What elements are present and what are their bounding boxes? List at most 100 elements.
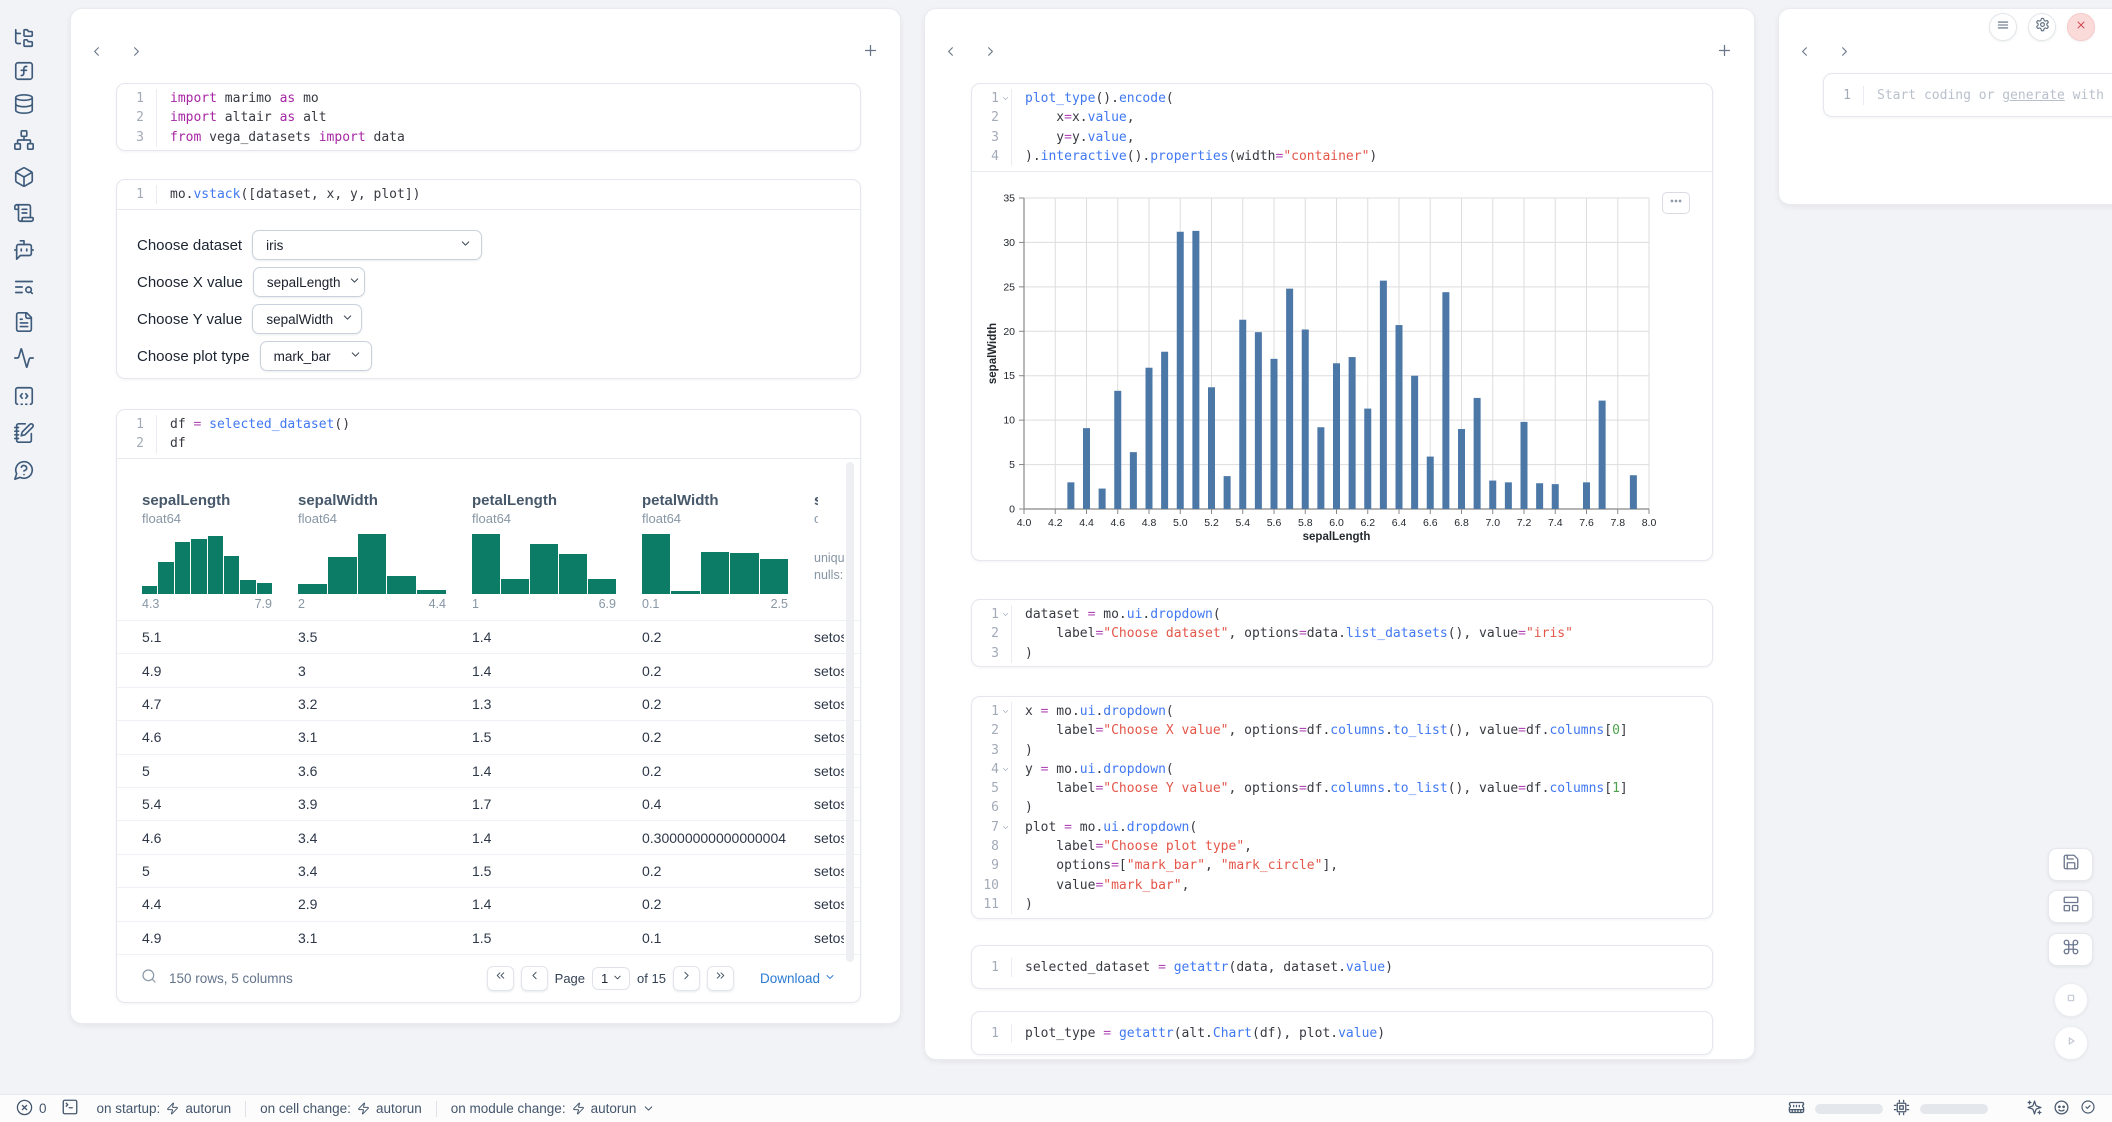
y-value-select[interactable]: sepalWidth xyxy=(252,304,362,334)
table-row[interactable]: 5.43.91.70.4setosa xyxy=(117,787,860,820)
table-row[interactable]: 4.931.40.2setosa xyxy=(117,653,860,686)
prev-page-button[interactable] xyxy=(521,966,548,991)
sidebar-item-ai-chat[interactable] xyxy=(11,237,37,263)
dataset-select[interactable]: iris xyxy=(252,230,482,260)
column-header-petalLength[interactable]: petalLengthfloat6416.9 xyxy=(472,492,642,611)
sidebar-item-file-tree[interactable] xyxy=(11,25,37,51)
code-editor[interactable]: 1 Start coding or generate with AI xyxy=(1824,74,2112,117)
table-cell: 1.4 xyxy=(472,629,642,645)
download-button[interactable]: Download xyxy=(760,971,836,986)
code-editor[interactable]: 1x = mo.ui.dropdown(2 label="Choose X va… xyxy=(972,697,1712,919)
column1-prev-button[interactable] xyxy=(83,41,109,67)
column2-add-cell-button[interactable] xyxy=(1710,39,1738,67)
close-button[interactable] xyxy=(2067,13,2095,41)
table-row[interactable]: 4.63.11.50.2setosa xyxy=(117,720,860,753)
code-editor[interactable]: 1df = selected_dataset()2df xyxy=(117,410,860,459)
fold-chevron-icon[interactable] xyxy=(1001,823,1010,832)
save-button[interactable] xyxy=(2048,848,2093,881)
code-line: 3) xyxy=(972,644,1712,663)
column-header-species[interactable]: speciesobjectunique:nulls: xyxy=(814,492,844,611)
cell-empty: 1 Start coding or generate with AI xyxy=(1823,73,2112,117)
bar-chart[interactable]: 4.04.24.44.64.85.05.25.45.65.86.06.26.46… xyxy=(986,188,1686,548)
runtime-button[interactable] xyxy=(2053,1099,2070,1119)
code-line: 2df xyxy=(117,434,860,453)
gutter: 4 xyxy=(972,760,1012,779)
table-scrollbar[interactable] xyxy=(846,462,854,962)
run-config-1[interactable]: on cell change:autorun xyxy=(260,1101,422,1116)
layout-button[interactable] xyxy=(2048,890,2093,923)
run-config-2[interactable]: on module change:autorun xyxy=(451,1101,656,1116)
table-footer: 150 rows, 5 columns Page 1 of 15 Downloa… xyxy=(117,954,860,1002)
column1-next-button[interactable] xyxy=(123,41,149,67)
sidebar-item-tracing[interactable] xyxy=(11,345,37,371)
sidebar-item-snippets[interactable] xyxy=(11,383,37,409)
code-editor[interactable]: 1plot_type().encode(2 x=x.value,3 y=y.va… xyxy=(972,84,1712,171)
terminal-button[interactable] xyxy=(61,1098,79,1119)
status-bar: 0 on startup:autorun on cell change:autor… xyxy=(0,1094,2112,1122)
code-editor[interactable]: 1import marimo as mo2import altair as al… xyxy=(117,84,860,151)
gutter: 2 xyxy=(972,108,1012,127)
svg-text:5.2: 5.2 xyxy=(1204,517,1219,529)
sidebar-item-function-square[interactable] xyxy=(11,58,37,84)
code-editor[interactable]: 1selected_dataset = getattr(data, datase… xyxy=(972,946,1712,989)
error-count-button[interactable]: 0 xyxy=(16,1099,47,1119)
table-cell: 1.4 xyxy=(472,663,642,679)
column2-prev-button[interactable] xyxy=(937,41,963,67)
generate-link[interactable]: generate xyxy=(2002,88,2065,103)
column3-next-button[interactable] xyxy=(1831,41,1857,67)
stop-button[interactable] xyxy=(2054,983,2088,1017)
column2-next-button[interactable] xyxy=(977,41,1003,67)
table-row[interactable]: 4.63.41.40.30000000000000004setosa xyxy=(117,820,860,853)
run-config-0[interactable]: on startup:autorun xyxy=(97,1101,232,1116)
table-row[interactable]: 5.13.51.40.2setosa xyxy=(117,620,860,653)
ai-assist-button[interactable] xyxy=(2026,1099,2043,1119)
table-row[interactable]: 53.61.40.2setosa xyxy=(117,754,860,787)
fold-chevron-icon[interactable] xyxy=(1001,94,1010,103)
chart-actions-button[interactable] xyxy=(1662,192,1690,214)
x-value-select[interactable]: sepalLength xyxy=(253,267,365,297)
column-header-petalWidth[interactable]: petalWidthfloat640.12.5 xyxy=(642,492,814,611)
sidebar-item-dependency-graph[interactable] xyxy=(11,127,37,153)
svg-text:6.2: 6.2 xyxy=(1360,517,1375,529)
sidebar-item-help[interactable] xyxy=(11,457,37,483)
search-icon[interactable] xyxy=(141,968,157,989)
table-row[interactable]: 53.41.50.2setosa xyxy=(117,854,860,887)
settings-button[interactable] xyxy=(2028,13,2056,41)
code-editor[interactable]: 1mo.vstack([dataset, x, y, plot]) xyxy=(117,180,860,209)
connection-status-button[interactable] xyxy=(2080,1099,2096,1118)
check-circle-icon xyxy=(2080,1103,2096,1118)
fold-chevron-icon[interactable] xyxy=(1001,765,1010,774)
table-row[interactable]: 4.42.91.40.2setosa xyxy=(117,887,860,920)
bar xyxy=(1333,363,1340,509)
sidebar-item-document[interactable] xyxy=(11,309,37,335)
table-cell: 0.2 xyxy=(642,896,814,912)
command-palette-button[interactable] xyxy=(2048,933,2093,966)
code-editor[interactable]: 1plot_type = getattr(alt.Chart(df), plot… xyxy=(972,1012,1712,1055)
dropdown-label: Choose dataset xyxy=(137,237,242,254)
bot-icon xyxy=(2053,1104,2070,1119)
next-page-button[interactable] xyxy=(673,966,700,991)
bar xyxy=(1114,391,1121,509)
plot-type-select[interactable]: mark_bar xyxy=(260,341,372,371)
table-row[interactable]: 4.93.11.50.1setosa xyxy=(117,921,860,954)
last-page-button[interactable] xyxy=(707,966,734,991)
sidebar-item-search-list[interactable] xyxy=(11,274,37,300)
column3-prev-button[interactable] xyxy=(1791,41,1817,67)
sidebar-item-database[interactable] xyxy=(11,91,37,117)
first-page-button[interactable] xyxy=(487,966,514,991)
column-header-sepalLength[interactable]: sepalLengthfloat644.37.9 xyxy=(142,492,298,611)
column-header-sepalWidth[interactable]: sepalWidthfloat6424.4 xyxy=(298,492,472,611)
sidebar-item-scratchpad[interactable] xyxy=(11,420,37,446)
page-select[interactable]: 1 xyxy=(592,967,630,990)
fold-chevron-icon[interactable] xyxy=(1001,610,1010,619)
column1-add-cell-button[interactable] xyxy=(856,39,884,67)
status-bar-right xyxy=(1788,1099,2096,1119)
fold-chevron-icon[interactable] xyxy=(1001,707,1010,716)
table-row[interactable]: 4.73.21.30.2setosa xyxy=(117,687,860,720)
svg-text:6.4: 6.4 xyxy=(1392,517,1407,529)
code-editor[interactable]: 1dataset = mo.ui.dropdown(2 label="Choos… xyxy=(972,600,1712,667)
run-button[interactable] xyxy=(2054,1026,2088,1060)
sidebar-item-logs-scroll[interactable] xyxy=(11,200,37,226)
menu-button[interactable] xyxy=(1989,13,2017,41)
sidebar-item-package[interactable] xyxy=(11,164,37,190)
